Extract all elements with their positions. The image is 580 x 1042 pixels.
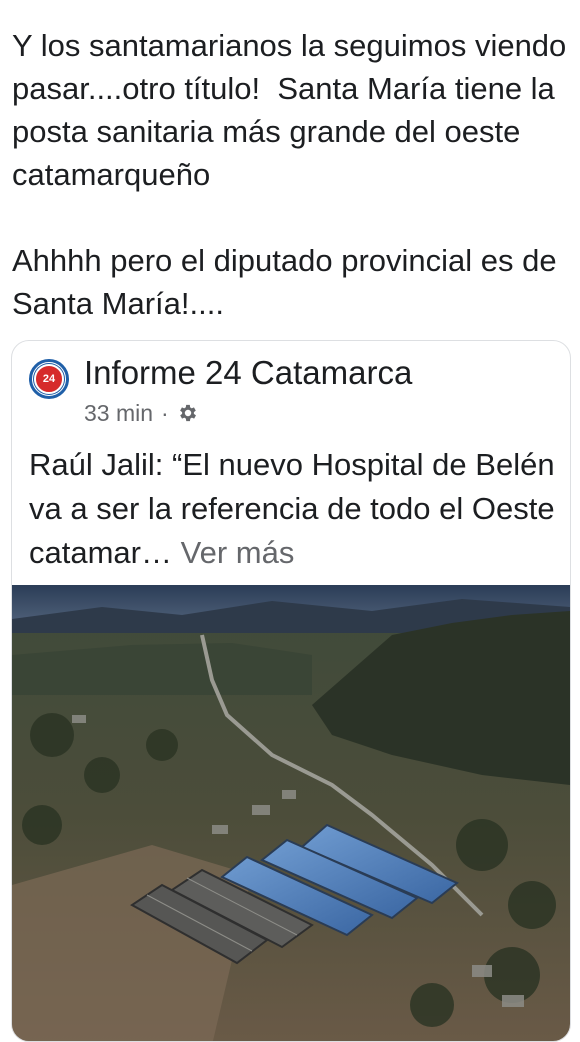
page-avatar[interactable]: 24 (29, 359, 69, 399)
page-name-link[interactable]: Informe 24 Catamarca (84, 353, 412, 393)
shared-post-text: Raúl Jalil: “El nuevo Hospital de Belén … (29, 443, 559, 575)
avatar-logo-text: 24 (34, 364, 64, 394)
shared-post-header: 24 Informe 24 Catamarca 33 min · Raúl Ja… (12, 341, 570, 591)
hospital-aerial-photo[interactable] (12, 585, 570, 1042)
shared-post-card[interactable]: 24 Informe 24 Catamarca 33 min · Raúl Ja… (11, 340, 571, 1042)
see-more-link[interactable]: Ver más (181, 535, 295, 570)
gear-icon (177, 402, 199, 424)
post-meta: 33 min · (84, 399, 199, 427)
post-time[interactable]: 33 min (84, 399, 153, 427)
post-body-text: Y los santamarianos la seguimos viendo p… (12, 28, 567, 321)
meta-separator: · (161, 400, 169, 426)
